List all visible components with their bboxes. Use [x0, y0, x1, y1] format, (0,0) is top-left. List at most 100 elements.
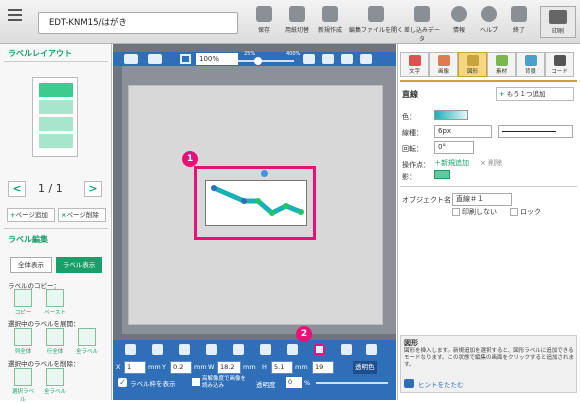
- transparency-label: 透明度: [256, 381, 276, 389]
- tab-background[interactable]: 背景: [516, 52, 545, 77]
- zoom-slider-thumb[interactable]: [253, 57, 262, 65]
- fit-to-label-icon[interactable]: [314, 344, 325, 355]
- line-style-select[interactable]: [498, 125, 573, 138]
- lock-checkbox[interactable]: [510, 208, 518, 216]
- expand-column-label: 列全体: [14, 349, 32, 355]
- background-icon: [524, 55, 537, 66]
- width-field[interactable]: 18.2: [217, 361, 241, 374]
- y-unit: mm: [194, 363, 207, 371]
- rotate-180-icon[interactable]: [341, 54, 353, 64]
- tab-material[interactable]: 素材: [487, 52, 516, 77]
- rotation-select[interactable]: 0°: [434, 141, 474, 154]
- shadow-label: 影：: [402, 173, 416, 181]
- tab-code[interactable]: コード: [545, 52, 574, 77]
- object-name-field[interactable]: 直線＃１: [452, 193, 512, 206]
- add-page-button[interactable]: +ページ追加: [7, 208, 55, 222]
- lock-icon[interactable]: [341, 344, 352, 355]
- save-icon: [256, 6, 272, 22]
- color-label: 色：: [402, 113, 416, 121]
- cut-icon[interactable]: [152, 344, 163, 355]
- y-field[interactable]: 0.2: [170, 361, 192, 374]
- paste-icon[interactable]: [46, 289, 64, 307]
- new-document-button[interactable]: 新規作成: [316, 6, 344, 34]
- save-button[interactable]: 保存: [250, 6, 278, 34]
- copy-icon[interactable]: [14, 289, 32, 307]
- thumbnail-label-selected[interactable]: [39, 83, 73, 97]
- layer-select[interactable]: 19: [312, 361, 334, 374]
- transparency-slider[interactable]: [316, 382, 388, 384]
- layers-icon[interactable]: [366, 344, 377, 355]
- x-field[interactable]: 1: [124, 361, 146, 374]
- info-button[interactable]: 情報: [445, 6, 473, 34]
- color-picker[interactable]: [434, 110, 468, 120]
- print-button[interactable]: 印刷: [540, 6, 576, 38]
- layout-thumbnail[interactable]: [32, 77, 78, 157]
- shadow-toggle[interactable]: [434, 170, 450, 179]
- paper-switch-icon: [289, 6, 305, 22]
- thumbnail-label[interactable]: [39, 134, 73, 148]
- show-label-button[interactable]: ラベル表示: [56, 257, 102, 273]
- exit-button[interactable]: 終了: [505, 6, 533, 34]
- delete-all-label: 全ラベル: [43, 389, 66, 395]
- hires-checkbox[interactable]: [192, 378, 200, 386]
- rotate-0-icon[interactable]: [303, 54, 315, 64]
- thumbnail-label[interactable]: [39, 117, 73, 131]
- expand-heading: 選択中のラベルを展開：: [8, 320, 80, 328]
- rotation-label: 回転：: [402, 145, 423, 153]
- height-field[interactable]: 5.1: [271, 361, 293, 374]
- tab-shape[interactable]: 図形: [458, 52, 487, 77]
- show-all-button[interactable]: 全体表示: [10, 257, 52, 273]
- text-icon: [408, 55, 421, 66]
- arrange-icon[interactable]: [233, 344, 244, 355]
- copy-icon[interactable]: [179, 344, 190, 355]
- delete-point-button[interactable]: × 削除: [480, 158, 502, 168]
- redo-icon[interactable]: [148, 54, 162, 64]
- next-page-button[interactable]: >: [84, 181, 102, 197]
- object-name-label: オブジェクト名: [402, 196, 451, 204]
- rotate-270-icon[interactable]: [360, 54, 372, 64]
- show-frame-checkbox[interactable]: ✓: [118, 378, 127, 387]
- barcode-icon: [553, 55, 566, 66]
- show-frame-label: ラベル枠を表示: [130, 380, 176, 388]
- align-icon[interactable]: [260, 344, 271, 355]
- zoom-select[interactable]: 100%: [196, 53, 238, 65]
- help-button[interactable]: ヘルプ: [475, 6, 503, 34]
- merge-data-button[interactable]: 差し込みデータ: [403, 6, 441, 43]
- fit-screen-icon[interactable]: [180, 54, 191, 64]
- info-icon: [451, 6, 467, 22]
- new-document-icon: [322, 6, 338, 22]
- delete-selected-icon[interactable]: [14, 368, 32, 386]
- image-icon: [437, 55, 450, 66]
- rotate-90-icon[interactable]: [322, 54, 334, 64]
- expand-column-icon[interactable]: [14, 328, 32, 346]
- document-title-field[interactable]: EDT-KNM15/はがき: [38, 12, 238, 34]
- paste-icon[interactable]: [206, 344, 217, 355]
- x-unit: mm: [148, 363, 161, 371]
- tab-text[interactable]: 文字: [400, 52, 429, 77]
- distribute-icon[interactable]: [287, 344, 298, 355]
- w-label: W: [208, 363, 215, 371]
- transparent-color-button[interactable]: 透明色: [353, 361, 377, 374]
- zoom-slider[interactable]: [238, 60, 294, 62]
- transparency-field[interactable]: 0: [286, 377, 302, 388]
- no-print-checkbox[interactable]: [452, 208, 460, 216]
- expand-row-icon[interactable]: [46, 328, 64, 346]
- tab-image[interactable]: 画像: [429, 52, 458, 77]
- undo-icon[interactable]: [124, 54, 138, 64]
- open-file-button[interactable]: 編集ファイルを開く: [349, 6, 403, 34]
- expand-all-icon[interactable]: [78, 328, 96, 346]
- add-another-button[interactable]: + もう１つ追加: [496, 87, 574, 101]
- delete-page-button[interactable]: ×ページ削除: [58, 208, 106, 222]
- collapse-hint-button[interactable]: ヒントをたたむ: [418, 379, 464, 389]
- line-width-select[interactable]: 6px: [434, 125, 492, 138]
- thumbnail-label[interactable]: [39, 100, 73, 114]
- new-point-button[interactable]: ＋新規追加: [434, 158, 469, 168]
- callout-highlight-1: [194, 166, 316, 240]
- delete-all-icon[interactable]: [46, 368, 64, 386]
- collapse-hint-icon[interactable]: [404, 379, 414, 388]
- trash-icon[interactable]: [125, 344, 136, 355]
- menu-icon[interactable]: [6, 6, 24, 22]
- prev-page-button[interactable]: <: [8, 181, 26, 197]
- paper-switch-button[interactable]: 用紙切替: [283, 6, 311, 34]
- hint-title: 図形: [404, 339, 418, 347]
